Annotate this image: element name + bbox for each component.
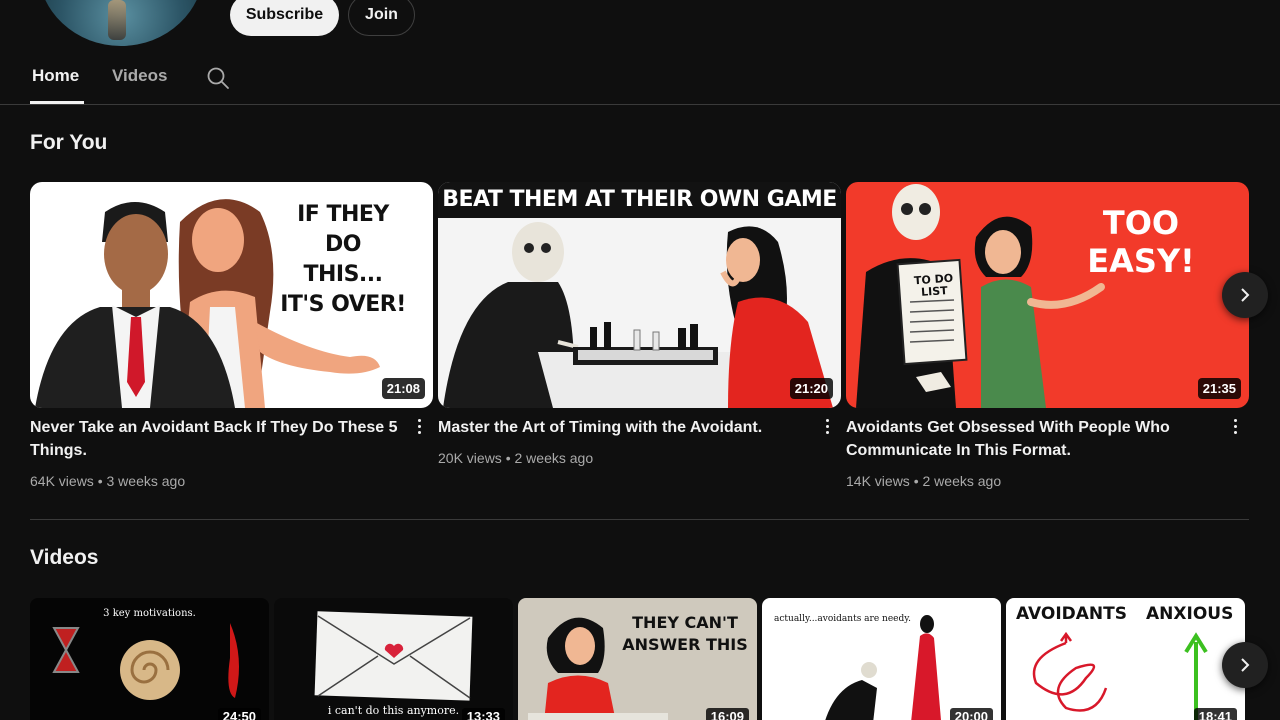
active-tab-indicator: [30, 101, 84, 104]
video-card[interactable]: IF THEY DO THIS... IT'S OVER! 21:08 Neve…: [30, 182, 433, 489]
tab-videos[interactable]: Videos: [112, 66, 167, 86]
meta-separator: •: [97, 473, 103, 489]
thumbnail-text: IT'S OVER!: [280, 292, 406, 317]
tab-home[interactable]: Home: [32, 66, 79, 86]
chevron-right-icon: [1241, 288, 1250, 302]
thumbnail-illustration: [314, 611, 473, 701]
upload-age: 2 weeks ago: [922, 473, 1002, 489]
thumbnail-text: THIS...: [303, 262, 383, 287]
more-vert-icon[interactable]: [819, 416, 835, 436]
duration-badge: 18:41: [1193, 708, 1237, 720]
duration-badge: 20:00: [949, 708, 993, 720]
video-thumbnail[interactable]: TOO EASY! TO DO LIST 21:35: [846, 182, 1249, 408]
section-title-for-you: For You: [30, 131, 108, 154]
upload-age: 2 weeks ago: [514, 450, 594, 466]
thumbnail-text: ANSWER THIS: [622, 635, 748, 654]
thumbnail-illustration: [825, 615, 941, 720]
duration-badge: 21:20: [789, 378, 833, 399]
duration-badge: 24:50: [217, 708, 261, 720]
chevron-right-icon: [1241, 658, 1250, 672]
video-card[interactable]: BEAT THEM AT THEIR OWN GAME 21:20 Master…: [438, 182, 841, 466]
video-card[interactable]: TOO EASY! TO DO LIST 21:35 Avoidants Get…: [846, 182, 1249, 489]
video-title[interactable]: Master the Art of Timing with the Avoida…: [438, 416, 808, 439]
upload-age: 3 weeks ago: [106, 473, 186, 489]
view-count: 64K views: [30, 473, 94, 489]
channel-avatar[interactable]: [38, 0, 204, 46]
video-meta: 14K views • 2 weeks ago: [846, 473, 1001, 489]
video-thumbnail[interactable]: i can't do this anymore. 13:33: [274, 598, 513, 720]
video-thumbnail[interactable]: IF THEY DO THIS... IT'S OVER! 21:08: [30, 182, 433, 408]
thumbnail-illustration: [52, 623, 239, 700]
thumbnail-text: BEAT THEM AT THEIR OWN GAME: [442, 187, 837, 212]
more-vert-icon[interactable]: [1227, 416, 1243, 436]
video-thumbnail[interactable]: THEY CAN'T ANSWER THIS 16:09: [518, 598, 757, 720]
thumbnail-text: TOO EASY!: [1087, 204, 1195, 280]
meta-separator: •: [913, 473, 919, 489]
video-thumbnail[interactable]: actually...avoidants are needy. 20:00: [762, 598, 1001, 720]
duration-badge: 13:33: [461, 708, 505, 720]
thumbnail-text: IF THEY DO: [297, 202, 389, 257]
thumbnail-illustration: [1032, 631, 1208, 720]
subscribe-button[interactable]: Subscribe: [230, 0, 339, 36]
video-thumbnail[interactable]: AVOIDANTS ANXIOUS 18:41: [1006, 598, 1245, 720]
section-title-videos: Videos: [30, 546, 99, 569]
view-count: 14K views: [846, 473, 910, 489]
carousel-next-button[interactable]: [1222, 272, 1268, 318]
channel-tabs: Home Videos: [0, 56, 1280, 105]
search-icon[interactable]: [206, 66, 230, 90]
video-meta: 20K views • 2 weeks ago: [438, 450, 593, 466]
thumbnail-illustration: [443, 222, 833, 408]
meta-separator: •: [505, 450, 511, 466]
video-title[interactable]: Never Take an Avoidant Back If They Do T…: [30, 416, 400, 462]
join-button[interactable]: Join: [348, 0, 415, 36]
more-vert-icon[interactable]: [411, 416, 427, 436]
section-divider: [30, 519, 1249, 520]
video-meta: 64K views • 3 weeks ago: [30, 473, 185, 489]
carousel-next-button[interactable]: [1222, 642, 1268, 688]
duration-badge: 16:09: [705, 708, 749, 720]
duration-badge: 21:35: [1197, 378, 1241, 399]
view-count: 20K views: [438, 450, 502, 466]
video-title[interactable]: Avoidants Get Obsessed With People Who C…: [846, 416, 1216, 462]
duration-badge: 21:08: [381, 378, 425, 399]
video-thumbnail[interactable]: BEAT THEM AT THEIR OWN GAME 21:20: [438, 182, 841, 408]
thumbnail-text: THEY CAN'T: [632, 613, 738, 632]
video-thumbnail[interactable]: 3 key motivations. 24:50: [30, 598, 269, 720]
